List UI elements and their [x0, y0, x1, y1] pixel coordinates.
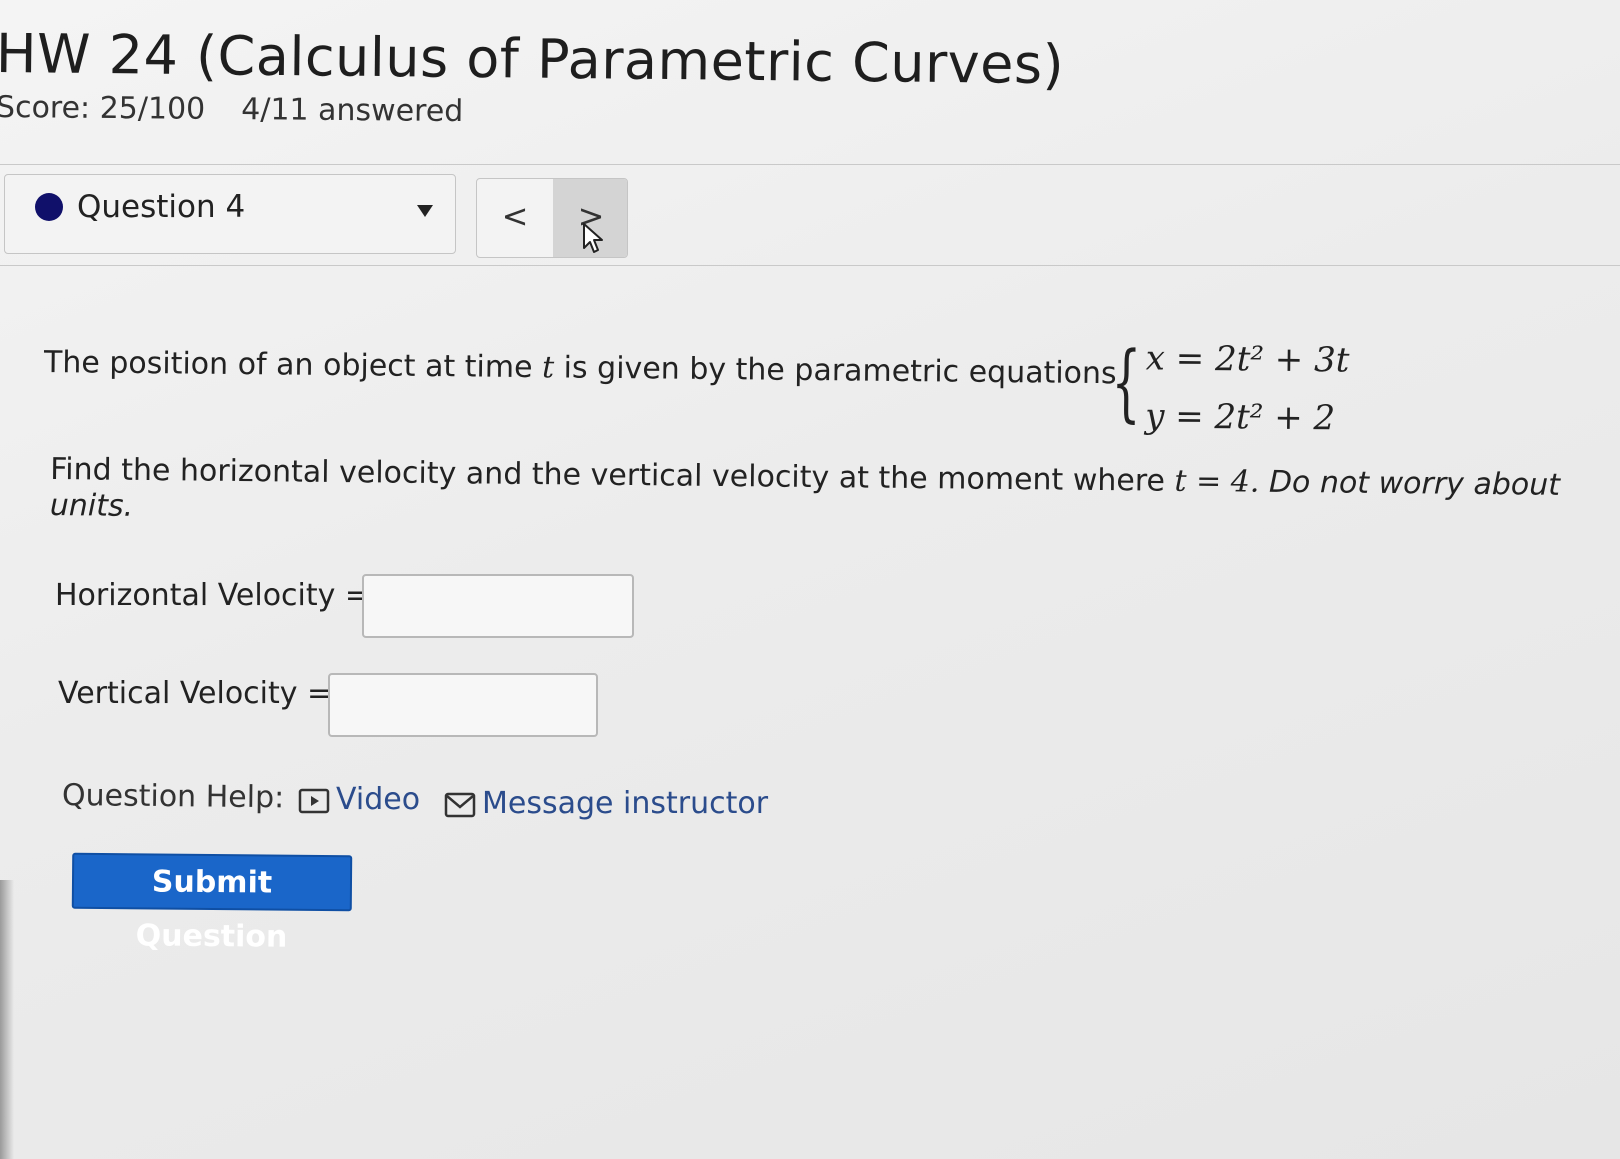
vertical-velocity-label: Vertical Velocity = — [58, 676, 333, 711]
page-title: HW 24 (Calculus of Parametric Curves) — [0, 22, 1065, 97]
caret-down-icon — [417, 205, 433, 217]
vertical-velocity-input[interactable] — [328, 673, 598, 737]
nav-divider-bottom — [0, 265, 1620, 266]
score-summary: Score: 25/100 4/11 answered — [0, 90, 463, 129]
envelope-icon — [444, 792, 476, 817]
find-instruction-text: Find the horizontal velocity and the ver… — [50, 452, 1166, 499]
question-dropdown[interactable]: Question 4 — [4, 174, 456, 254]
question-dropdown-label: Question 4 — [77, 189, 246, 225]
equation-x: x = 2t² + 3t — [1145, 338, 1350, 381]
answered-count: 4/11 answered — [241, 92, 464, 130]
question-help-label: Question Help: — [61, 778, 285, 816]
video-link-label: Video — [336, 782, 421, 817]
submit-question-button[interactable]: Submit Question — [71, 852, 353, 955]
horizontal-velocity-input[interactable] — [362, 574, 634, 638]
equation-y: y = 2t² + 2 — [1144, 396, 1336, 439]
nav-divider-top — [0, 164, 1620, 165]
video-help-link[interactable]: Video — [298, 782, 420, 817]
problem-statement: The position of an object at time t is g… — [44, 345, 1117, 391]
problem-intro-end: is given by the parametric equations — [563, 350, 1117, 392]
problem-intro-start: The position of an object at time — [43, 345, 533, 386]
left-brace-icon: { — [1111, 333, 1142, 432]
screen-edge-shadow — [0, 880, 14, 1159]
previous-question-button[interactable]: < — [477, 179, 553, 257]
message-instructor-link[interactable]: Message instructor — [444, 786, 768, 821]
mouse-cursor-icon — [583, 223, 603, 253]
score-text: Score: 25/100 — [0, 90, 206, 127]
find-instruction: Find the horizontal velocity and the ver… — [50, 452, 1611, 540]
message-link-label: Message instructor — [482, 786, 769, 821]
find-instruction-math: t = 4. — [1174, 463, 1260, 500]
horizontal-velocity-label: Horizontal Velocity = — [55, 578, 371, 613]
question-pager: < > — [476, 178, 628, 258]
video-play-icon — [298, 788, 330, 813]
question-status-dot-icon — [35, 193, 63, 221]
time-variable: t — [541, 350, 555, 386]
